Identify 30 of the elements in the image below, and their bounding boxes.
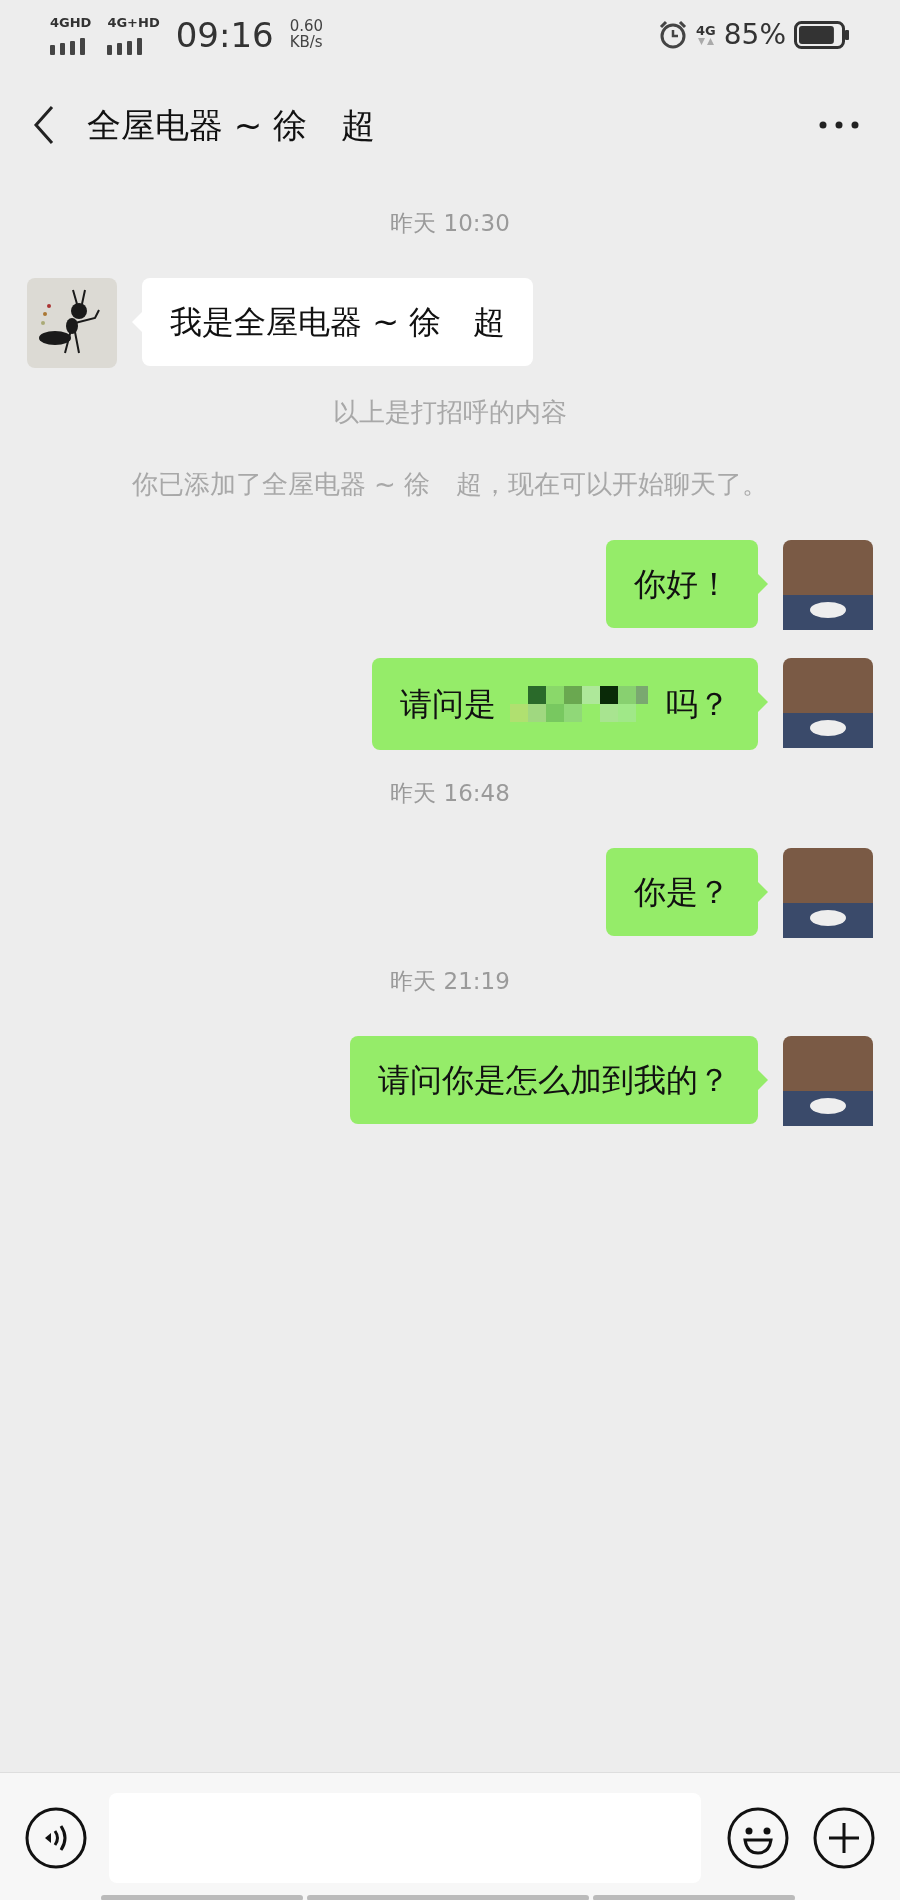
bubble-tail-icon [758, 574, 768, 594]
data-arrows-icon [695, 36, 716, 47]
network-label: 4G [695, 23, 716, 37]
message-text: 吗？ [666, 684, 730, 724]
system-notice: 以上是打招呼的内容 [332, 396, 568, 428]
speed-value: 0.60 [289, 19, 324, 35]
more-icon[interactable] [819, 121, 859, 129]
message-bubble: 你是？ [606, 848, 758, 936]
back-icon[interactable] [33, 105, 55, 145]
bubble-tail-icon [758, 882, 768, 902]
message-bubble: 请问你是怎么加到我的？ [350, 1036, 758, 1124]
message-bubble: 你好！ [606, 540, 758, 628]
chat-title: 全屋电器 ~ 徐 超 [86, 103, 376, 147]
voice-icon[interactable] [25, 1807, 87, 1869]
timestamp: 昨天 21:19 [389, 967, 511, 996]
message-bubble: 我是全屋电器 ~ 徐 超 [142, 278, 534, 366]
bubble-tail-icon [758, 1070, 768, 1090]
add-icon[interactable] [813, 1807, 875, 1869]
network-label: 4GHD [50, 15, 92, 29]
message-text: 请问是 [400, 684, 496, 724]
network-label: 4G+HD [107, 15, 160, 29]
system-notice: 你已添加了全屋电器 ~ 徐 超，现在可以开始聊天了。 [130, 468, 770, 500]
timestamp: 昨天 16:48 [389, 779, 511, 808]
alarm-icon [657, 20, 688, 50]
battery-percent: 85% [723, 17, 786, 53]
speed-unit: KB/s [289, 35, 324, 51]
battery-icon [794, 21, 850, 49]
timestamp: 昨天 10:30 [389, 209, 511, 238]
emoji-icon[interactable] [727, 1807, 789, 1869]
status-time: 09:16 [175, 18, 274, 52]
